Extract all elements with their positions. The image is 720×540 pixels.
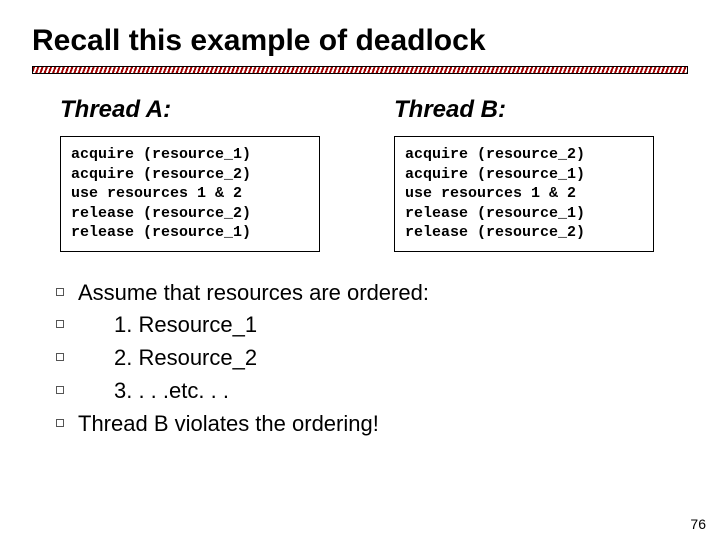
slide-title: Recall this example of deadlock xyxy=(32,24,688,58)
thread-a-column: Thread A: acquire (resource_1) acquire (… xyxy=(60,96,354,252)
thread-a-code: acquire (resource_1) acquire (resource_2… xyxy=(60,136,320,252)
title-divider xyxy=(32,66,688,74)
list-item: Thread B violates the ordering! xyxy=(56,409,688,440)
thread-b-column: Thread B: acquire (resource_2) acquire (… xyxy=(394,96,688,252)
bullet-violates: Thread B violates the ordering! xyxy=(78,409,379,440)
list-item: 1. Resource_1 xyxy=(56,310,688,341)
list-item: Assume that resources are ordered: xyxy=(56,278,688,309)
page-number: 76 xyxy=(690,516,706,532)
bullet-list: Assume that resources are ordered: 1. Re… xyxy=(32,278,688,440)
bullet-r2: 2. Resource_2 xyxy=(78,343,257,374)
bullet-icon xyxy=(56,386,64,394)
thread-b-code: acquire (resource_2) acquire (resource_1… xyxy=(394,136,654,252)
bullet-icon xyxy=(56,353,64,361)
bullet-assume: Assume that resources are ordered: xyxy=(78,278,429,309)
list-item: 2. Resource_2 xyxy=(56,343,688,374)
bullet-icon xyxy=(56,419,64,427)
thread-a-heading: Thread A: xyxy=(60,96,354,124)
code-columns: Thread A: acquire (resource_1) acquire (… xyxy=(32,96,688,252)
thread-b-heading: Thread B: xyxy=(394,96,688,124)
list-item: 3. . . .etc. . . xyxy=(56,376,688,407)
bullet-r1: 1. Resource_1 xyxy=(78,310,257,341)
slide: Recall this example of deadlock Thread A… xyxy=(0,0,720,540)
bullet-r3: 3. . . .etc. . . xyxy=(78,376,229,407)
bullet-icon xyxy=(56,320,64,328)
bullet-icon xyxy=(56,288,64,296)
